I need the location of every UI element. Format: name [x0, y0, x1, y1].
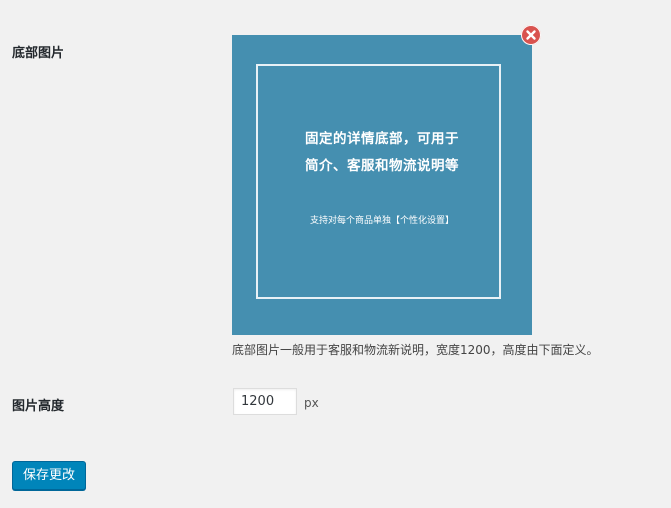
- image-height-input[interactable]: [233, 388, 297, 415]
- footer-image-label: 底部图片: [12, 46, 65, 61]
- footer-image-preview[interactable]: 固定的详情底部，可用于 简介、客服和物流说明等 支持对每个商品单独【个性化设置】: [232, 35, 532, 335]
- close-icon: [526, 30, 536, 40]
- footer-image-description: 底部图片一般用于客服和物流新说明，宽度1200，高度由下面定义。: [232, 343, 599, 357]
- save-changes-button[interactable]: 保存更改: [12, 461, 86, 490]
- preview-headline-line1: 固定的详情底部，可用于: [305, 131, 459, 147]
- remove-image-button[interactable]: [521, 25, 541, 45]
- settings-page: 底部图片 固定的详情底部，可用于 简介、客服和物流说明等 支持对每个商品单独【个…: [0, 0, 671, 508]
- preview-headline-line2: 简介、客服和物流说明等: [305, 158, 459, 174]
- preview-frame: [256, 64, 501, 299]
- preview-subline: 支持对每个商品单独【个性化设置】: [309, 216, 454, 226]
- height-unit-label: px: [304, 396, 319, 410]
- image-height-label: 图片高度: [12, 399, 65, 414]
